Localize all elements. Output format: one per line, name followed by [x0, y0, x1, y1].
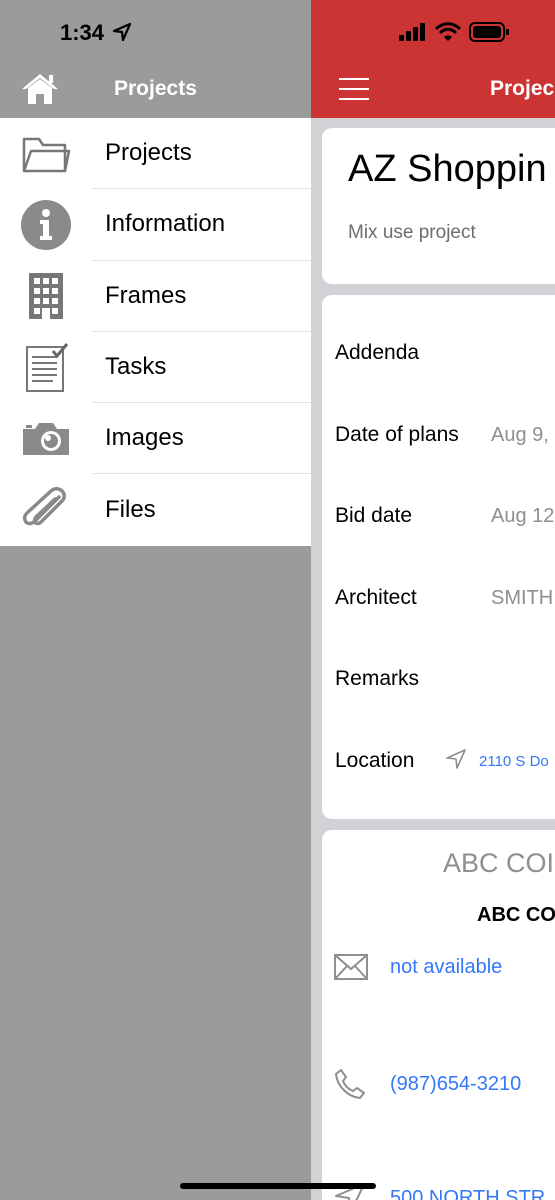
menu-item-information[interactable]: Information [0, 189, 311, 261]
detail-row-addenda: Addenda [335, 333, 491, 373]
envelope-icon [334, 954, 390, 980]
menu-item-projects[interactable]: Projects [0, 118, 311, 190]
building-icon [0, 261, 92, 332]
email-row[interactable]: not available [334, 954, 502, 980]
status-bar-right [399, 22, 509, 47]
home-icon[interactable] [20, 72, 60, 111]
company-contact-name: ABC CO [477, 904, 555, 926]
detail-value: Aug 9, [491, 423, 549, 446]
menu-item-label: Frames [92, 261, 311, 332]
status-time: 1:34 [60, 20, 105, 45]
detail-label: Addenda [335, 341, 420, 364]
menu-item-images[interactable]: Images [0, 403, 311, 475]
drawer-title: Projects [114, 77, 197, 100]
project-header-card: AZ Shoppin Mix use project [322, 128, 555, 284]
menu-item-files[interactable]: Files [0, 474, 311, 545]
location-arrow-icon [112, 22, 132, 47]
email-link[interactable]: not available [390, 956, 502, 979]
detail-value: SMITH [491, 586, 554, 609]
menu-item-frames[interactable]: Frames [0, 261, 311, 332]
checklist-icon [0, 332, 92, 403]
detail-value: Aug 12 [491, 504, 555, 527]
info-icon [0, 189, 92, 260]
company-name: ABC COI [443, 848, 555, 878]
location-link[interactable]: 2110 S Do [479, 753, 549, 770]
company-card: ABC COI ABC CO not available (987)654-32… [322, 830, 555, 1200]
detail-row-location[interactable]: Location 2110 S Do [335, 741, 549, 781]
phone-link[interactable]: (987)654-3210 [390, 1073, 521, 1096]
wifi-icon [434, 22, 462, 47]
detail-label: Remarks [335, 667, 420, 690]
menu-item-label: Projects [92, 118, 311, 190]
project-name: AZ Shoppin [348, 148, 547, 190]
navigation-arrow-icon [445, 748, 467, 775]
cellular-signal-icon [399, 23, 427, 46]
address-link[interactable]: 500 NORTH STR [390, 1187, 545, 1200]
detail-label: Architect [335, 586, 417, 609]
menu-item-label: Images [92, 403, 311, 475]
detail-row-bid-date: Bid date Aug 12 [335, 496, 554, 536]
project-details-card: Addenda Date of plans Aug 9, Bid date Au… [322, 295, 555, 819]
side-menu-drawer: 1:34 Projects Projects Information Frame… [0, 0, 311, 1200]
home-indicator[interactable] [180, 1183, 376, 1189]
page-title: Projec [490, 77, 555, 100]
paperclip-icon [0, 475, 92, 546]
detail-label: Bid date [335, 504, 413, 527]
phone-icon [334, 1068, 390, 1100]
hamburger-menu-button[interactable] [339, 78, 369, 102]
project-detail-page: Projec AZ Shoppin Mix use project Addend… [311, 0, 555, 1200]
detail-row-architect: Architect SMITH [335, 578, 553, 618]
detail-row-date-of-plans: Date of plans Aug 9, [335, 415, 549, 455]
project-description: Mix use project [348, 222, 476, 243]
folder-icon [0, 118, 92, 189]
phone-row[interactable]: (987)654-3210 [334, 1068, 521, 1100]
menu-item-label: Tasks [92, 332, 311, 404]
drawer-menu-list: Projects Information Frames Tasks Images… [0, 118, 311, 546]
camera-icon [0, 403, 92, 474]
menu-item-label: Information [92, 189, 311, 261]
status-bar-left: 1:34 [0, 0, 311, 66]
detail-row-remarks: Remarks [335, 659, 491, 699]
navigation-bar: Projec [311, 0, 555, 118]
battery-icon [469, 22, 509, 47]
menu-item-tasks[interactable]: Tasks [0, 332, 311, 404]
detail-label: Location [335, 749, 415, 772]
detail-label: Date of plans [335, 423, 459, 446]
drawer-header: Projects [0, 60, 311, 118]
menu-item-label: Files [105, 496, 156, 524]
